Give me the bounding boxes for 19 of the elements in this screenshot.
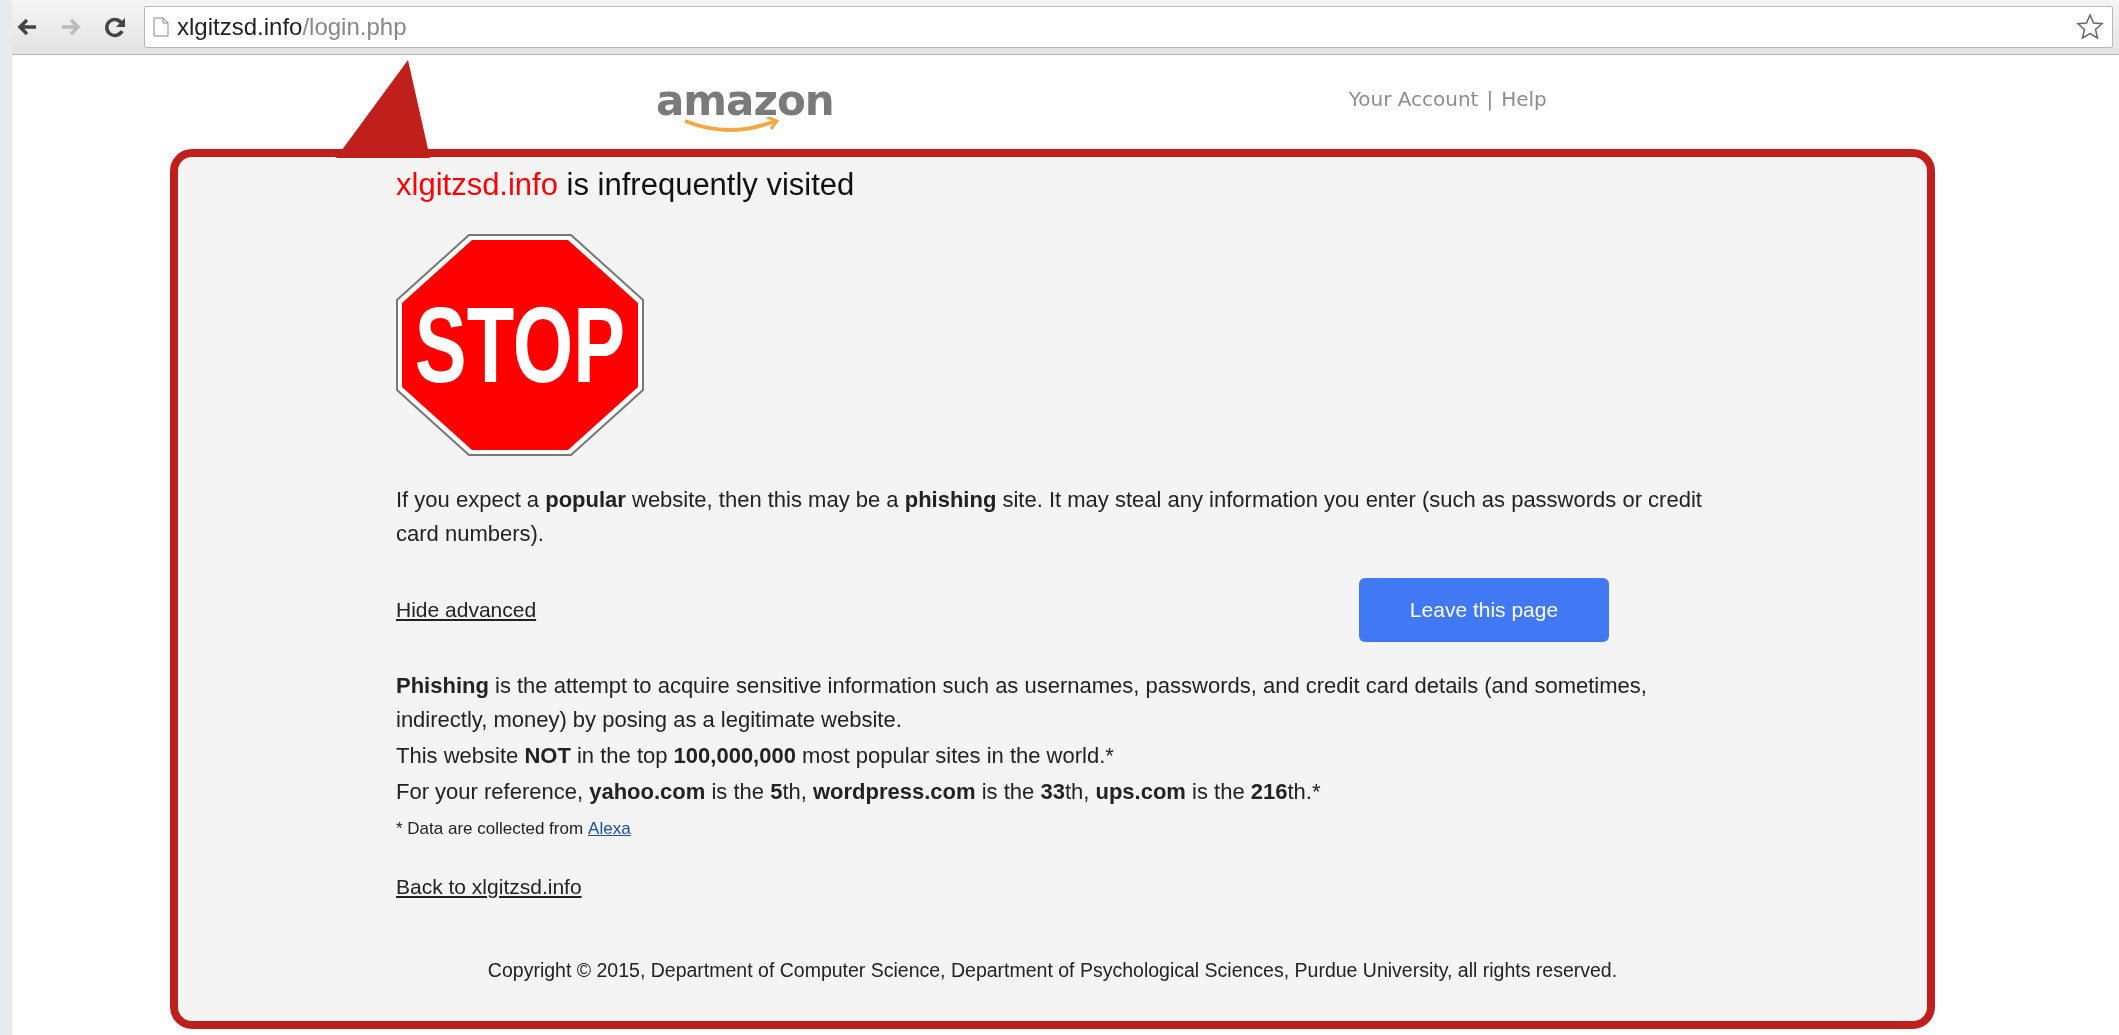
copyright-text: Copyright © 2015, Department of Computer Science, Department of Psychological Sciences, Purdue University, all rights reserved. bbox=[486, 959, 1619, 982]
footnote: * Data are collected from bbox=[396, 819, 584, 839]
back-arrow-icon[interactable] bbox=[16, 17, 38, 37]
back-link[interactable]: Back to xlgitzsd.info bbox=[396, 875, 582, 899]
warning-message: If you expect a popular website, then this may be a phishing site. It may steal any information you enter (such as passwords or credit card numbers). bbox=[396, 486, 1703, 548]
separator: | bbox=[1486, 87, 1494, 111]
stop-sign: STOP bbox=[396, 234, 644, 456]
url-field[interactable]: xlgitzsd.info/login.php bbox=[144, 6, 2113, 48]
amazon-logo[interactable]: amazon bbox=[652, 75, 838, 135]
page-icon bbox=[153, 17, 169, 37]
info-text: This website NOT in the top 100,000,000 most popular sites in the world.* bbox=[396, 742, 1115, 770]
warning-title: xlgitzsd.info is infrequently visited bbox=[396, 167, 856, 203]
info-text: Phishing is the attempt to acquire sensitive information such as usernames, passwords, and credit card details (and sometimes, indirectly, money) by posing as a legitimate website. bbox=[396, 672, 1648, 734]
reload-icon[interactable] bbox=[104, 16, 126, 38]
leave-page-button[interactable]: Leave this page bbox=[1359, 578, 1609, 642]
star-icon[interactable] bbox=[2076, 13, 2104, 41]
hide-advanced-link[interactable]: Hide advanced bbox=[396, 598, 537, 622]
alexa-link[interactable]: Alexa bbox=[588, 819, 631, 839]
info-text: For your reference, yahoo.com is the 5th, wordpress.com is the 33th, ups.com is the 216th.* bbox=[396, 778, 1322, 806]
